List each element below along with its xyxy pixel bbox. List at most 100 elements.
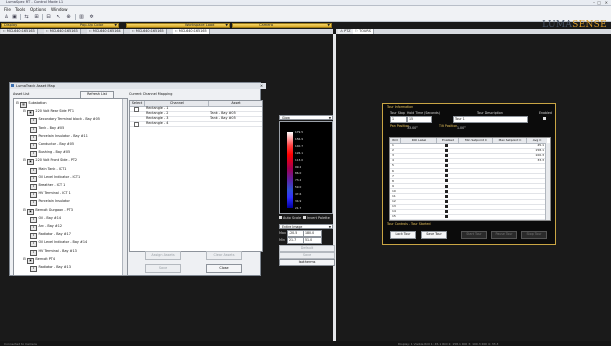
- zoom-icon[interactable]: ⊕: [65, 14, 72, 21]
- roi-enabled-checkbox[interactable]: [445, 169, 448, 173]
- save-button[interactable]: Save: [145, 264, 181, 273]
- tree-leaf[interactable]: ℓ Oil Level Indicator - Bay #14: [30, 240, 87, 248]
- clear-assets-button[interactable]: Clear Assets: [206, 251, 242, 260]
- tree-root[interactable]: ⊟ ▦ Substation: [16, 101, 47, 108]
- invert-palette-checkbox[interactable]: Invert Palette: [303, 216, 330, 220]
- save-tour-button[interactable]: Save Tour: [421, 231, 447, 239]
- scale-tick-label: 156.9: [295, 136, 304, 141]
- lock-tour-button[interactable]: Lock Tour: [390, 231, 416, 239]
- max-min-field[interactable]: -20.5: [287, 230, 304, 237]
- min-max-field[interactable]: 51.0: [303, 237, 322, 244]
- hold-time-field[interactable]: 15: [407, 116, 432, 123]
- camera-selector[interactable]: Camera ▼: [232, 23, 332, 28]
- minimize-icon[interactable]: –: [593, 0, 595, 5]
- assign-assets-button[interactable]: Assign Assets: [145, 251, 181, 260]
- tilt-value: 1.00°: [457, 126, 466, 130]
- auto-scale-checkbox[interactable]: Auto Scale: [279, 216, 301, 220]
- tab-doc-4[interactable]: ⇐ MCL640:165165: [130, 29, 167, 34]
- tree-group[interactable]: ⊟ ▣ 220 Volt Rear Side PT1: [23, 109, 74, 117]
- menu-options[interactable]: Options: [30, 7, 46, 12]
- roi-enabled-checkbox[interactable]: [445, 164, 448, 168]
- close-icon[interactable]: ✕: [605, 0, 608, 5]
- tree-leaf[interactable]: ℓ Radiator - Bay #17: [30, 232, 71, 240]
- tree-leaf[interactable]: ℓ Bushing - Bay #05: [30, 150, 70, 158]
- arrows-icon[interactable]: ⇆: [23, 14, 30, 21]
- scrollbar[interactable]: [545, 143, 550, 220]
- roi-enabled-checkbox[interactable]: [445, 194, 448, 198]
- tour-enabled-checkbox[interactable]: [543, 117, 546, 120]
- pause-tour-button[interactable]: Pause Tour: [491, 231, 517, 239]
- tab-doc-5[interactable]: ⇐ MCL640:165165: [173, 29, 210, 34]
- start-tour-button[interactable]: Start Tour: [461, 231, 487, 239]
- asset-icon: ℓ: [30, 167, 37, 174]
- tab-doc-3[interactable]: ⇐ MCL640:165164: [87, 29, 124, 34]
- roi-enabled-checkbox[interactable]: [445, 148, 448, 152]
- tab-doc-2[interactable]: ⇐ MCL640:165163: [44, 29, 81, 34]
- tree-leaf[interactable]: ℓ Porcelain Insulator: [30, 199, 70, 207]
- roi-enabled-checkbox[interactable]: [445, 215, 448, 219]
- select-checkbox[interactable]: [134, 122, 139, 127]
- menu-tools[interactable]: Tools: [15, 7, 25, 12]
- scrollbar[interactable]: [122, 99, 127, 275]
- asset-icon: ℓ: [30, 118, 37, 125]
- menu-file[interactable]: File: [4, 7, 11, 12]
- tree-leaf[interactable]: ℓ Arc - Bay #12: [30, 224, 62, 231]
- isotherms-button[interactable]: Isotherms: [279, 259, 335, 266]
- roi-enabled-checkbox[interactable]: [445, 159, 448, 163]
- tree-group[interactable]: ⊟ ▣ 220 Volt Front Side - PT2: [23, 158, 77, 166]
- roi-enabled-checkbox[interactable]: [445, 174, 448, 178]
- close-icon[interactable]: ✕: [260, 83, 263, 89]
- monitor-icon[interactable]: ▣: [11, 14, 18, 21]
- cursor-icon[interactable]: ↖: [55, 14, 62, 21]
- maximize-icon[interactable]: □: [597, 0, 601, 5]
- layout-icon[interactable]: ▥: [78, 14, 85, 21]
- display-selector[interactable]: Display Pop-Up Color ▼: [1, 23, 119, 28]
- tree-leaf[interactable]: ℓ Secondary Terminal block - Bay #05: [30, 117, 100, 125]
- roi-enabled-checkbox[interactable]: [445, 189, 448, 193]
- default-button[interactable]: Default: [279, 245, 335, 252]
- asset-tree[interactable]: ⊟ ▦ Substation ⊟ ▣ 220 Volt Rear Side PT1 ℓ S…: [13, 98, 128, 276]
- roi-enabled-checkbox[interactable]: [445, 184, 448, 188]
- tree-leaf[interactable]: ℓ Conductor - Bay #05: [30, 142, 74, 149]
- tour-description-field[interactable]: Tour 1: [453, 116, 528, 123]
- tree-leaf[interactable]: ℓ Main Tank - ICT1: [30, 167, 66, 174]
- menu-window[interactable]: Window: [51, 7, 68, 12]
- tab-tours[interactable]: ⚐ TOURS: [353, 29, 374, 34]
- palette-save-button[interactable]: Save: [279, 252, 335, 259]
- dialog-title: LumaTrack Asset Map ✕: [10, 83, 266, 89]
- compare-icon[interactable]: ⊞: [33, 14, 40, 21]
- min-min-field[interactable]: 21.7: [287, 237, 304, 244]
- close-button[interactable]: Close: [206, 264, 242, 273]
- roi-enabled-checkbox[interactable]: [445, 199, 448, 203]
- roi-enabled-checkbox[interactable]: [445, 210, 448, 214]
- roi-enabled-checkbox[interactable]: [445, 153, 448, 157]
- stop-tour-button[interactable]: Stop Tour: [521, 231, 547, 239]
- palette-select[interactable]: Glow ▼: [279, 115, 333, 120]
- asset-list-label: Asset List: [13, 92, 30, 96]
- image-region-select[interactable]: Entire Image ▼: [279, 224, 333, 229]
- grid-icon[interactable]: ⊟: [45, 14, 52, 21]
- tour-stop-field[interactable]: 1: [390, 116, 407, 123]
- max-max-field[interactable]: 180.0: [303, 230, 322, 237]
- roi-enabled-checkbox[interactable]: [445, 204, 448, 208]
- pane-divider[interactable]: [333, 34, 336, 346]
- tree-group[interactable]: ⊟ ▣ Bernoit Gurgaon - PT3: [23, 208, 73, 215]
- tab-doc-1[interactable]: ⇐ MCL640:165163: [1, 29, 38, 34]
- tree-group[interactable]: ⊟ ▣ Bernoit PT4: [23, 257, 55, 264]
- settings-icon[interactable]: ✲: [88, 14, 95, 21]
- tree-leaf[interactable]: ℓ Oil Level Indicator - ICT1: [30, 175, 80, 182]
- user-icon[interactable]: ♙: [3, 14, 10, 21]
- table-row[interactable]: Rectangle - 4: [130, 121, 262, 127]
- workspace-selector[interactable]: Workspace Load ▼: [126, 23, 230, 28]
- table-row[interactable]: 15: [390, 214, 550, 220]
- tree-leaf[interactable]: ℓ Oil - Bay #14: [30, 216, 61, 223]
- tree-leaf[interactable]: ℓ HV Terminal - Bay #13: [30, 249, 77, 256]
- tree-leaf[interactable]: ℓ Breather - ICT 1: [30, 183, 65, 190]
- roi-enabled-checkbox[interactable]: [445, 179, 448, 183]
- tree-leaf[interactable]: ℓ Porcelain Insulator - Bay #11: [30, 134, 88, 141]
- tree-leaf[interactable]: ℓ Tank - Bay #05: [30, 126, 64, 133]
- tree-leaf[interactable]: ℓ Radiator - Bay #13: [30, 265, 71, 272]
- tab-ptz[interactable]: ⚠ PTZ: [338, 29, 354, 34]
- roi-enabled-checkbox[interactable]: [445, 143, 448, 147]
- tree-leaf[interactable]: ℓ HV Terminal - ICT 1: [30, 191, 71, 199]
